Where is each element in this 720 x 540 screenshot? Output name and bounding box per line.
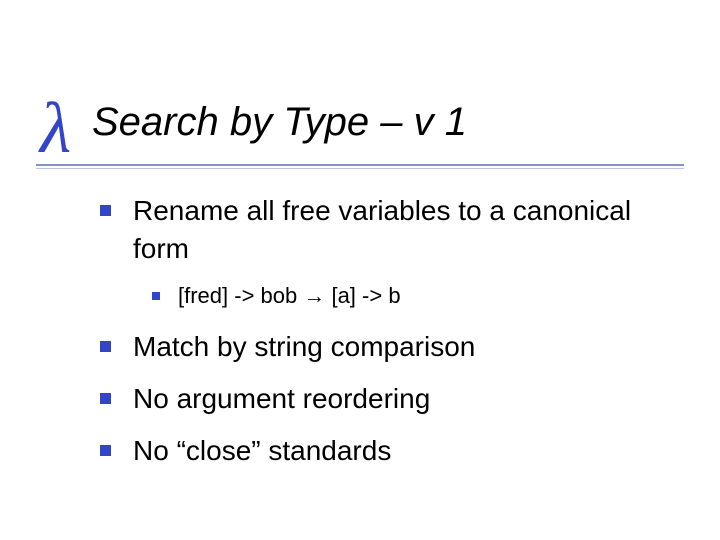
slide: λ Search by Type – v 1 Rename all free v… [0, 0, 720, 540]
bullet-text: Rename all free variables to a canonical… [133, 192, 680, 268]
square-bullet-icon [100, 341, 111, 352]
square-bullet-icon [100, 393, 111, 404]
sub-bullet-item: [fred] -> bob → [a] -> b [152, 282, 680, 311]
title-underline-shadow [36, 168, 684, 169]
sub-bullet-list: [fred] -> bob → [a] -> b [152, 282, 680, 311]
slide-body: Rename all free variables to a canonical… [100, 192, 680, 484]
bullet-text: Match by string comparison [133, 328, 475, 366]
title-underline [36, 164, 684, 166]
bullet-item: Match by string comparison [100, 328, 680, 366]
square-bullet-icon [100, 205, 111, 216]
lambda-icon: λ [40, 92, 71, 164]
bullet-text: No argument reordering [133, 380, 430, 418]
slide-title: Search by Type – v 1 [92, 100, 467, 145]
bullet-text: No “close” standards [133, 432, 391, 470]
square-bullet-icon [100, 445, 111, 456]
square-bullet-icon [152, 292, 160, 300]
bullet-item: No argument reordering [100, 380, 680, 418]
sub-bullet-text: [fred] -> bob → [a] -> b [178, 282, 401, 311]
bullet-item: No “close” standards [100, 432, 680, 470]
bullet-item: Rename all free variables to a canonical… [100, 192, 680, 268]
